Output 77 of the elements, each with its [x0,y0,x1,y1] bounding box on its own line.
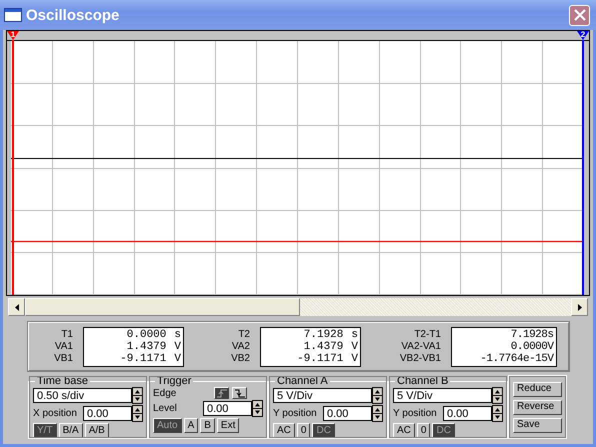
group-title: Channel A [276,375,329,387]
readout-value: 1.4379 [302,340,344,352]
toggle-button[interactable]: B [200,418,215,433]
spinner-button[interactable] [132,387,143,404]
value-field[interactable]: 5 V/Div [393,388,492,403]
readout-unit: V [174,352,181,364]
scroll-left-button[interactable] [8,298,25,316]
toggle-button[interactable]: AC [393,423,415,438]
readout-label: VA2-VA1 [400,340,441,352]
readout-value: 0.0000 [510,340,548,352]
readout-unit: s [174,328,181,340]
action-button[interactable]: Reverse [513,400,562,414]
readout-label: T1 [60,328,73,340]
toggle-button[interactable]: A/B [84,423,109,438]
toggle-button[interactable]: A [184,418,198,433]
readout-value: -9.1171 [119,352,166,364]
readout-unit: V [547,352,554,364]
toggle-button[interactable]: B/A [58,423,83,438]
readout-value: 1.4379 [126,340,166,352]
toggle-button[interactable]: DC [432,423,455,438]
close-button[interactable] [569,4,590,26]
readout-unit: V [547,340,554,352]
action-button[interactable]: Save [513,418,562,432]
value-field[interactable]: 0.00 [323,406,372,421]
value-field[interactable]: 0.00 [443,406,492,421]
spinner-button[interactable] [492,405,503,422]
readout-label: VB2-VB1 [398,352,441,364]
falling-edge-icon [234,388,246,398]
readout-unit: s [351,328,358,340]
field-label: X position [33,408,78,419]
spinner-button[interactable] [492,387,503,404]
readout-unit: s [547,328,554,340]
horizontal-scrollbar[interactable] [8,298,588,316]
spinner-button[interactable] [252,400,263,417]
scroll-right-button[interactable] [571,298,588,316]
toggle-button[interactable]: Y/T [33,423,57,438]
readout-label: VB1 [53,352,73,364]
readout-label: VB2 [230,352,250,364]
value-field[interactable]: 0.00 [83,406,132,421]
value-field[interactable]: 0.00 [203,401,252,416]
readout-value: -1.7764e-15 [479,352,548,364]
readout-value: 7.1928 [302,328,344,340]
readout-value: 0.0000 [126,328,166,340]
readout-label: VA1 [54,340,73,352]
toggle-button[interactable]: Ext [216,418,240,433]
scroll-thumb[interactable] [25,298,300,316]
readout-label: T2-T1 [413,328,441,340]
rising-edge-icon [216,388,228,398]
close-icon [574,9,586,21]
toggle-button[interactable]: DC [312,423,335,438]
readout-unit: V [351,352,358,364]
readout-unit: V [174,340,181,352]
readout-label: VA2 [230,340,250,352]
edge-button[interactable] [214,387,229,399]
toggle-button[interactable]: AC [273,423,295,438]
window-icon [4,8,22,22]
toggle-button[interactable]: 0 [416,423,430,438]
field-label: Y position [273,408,318,419]
toggle-button[interactable]: Auto [153,418,182,433]
field-label: Level [153,403,178,414]
spinner-button[interactable] [132,405,143,422]
readout-label: T2 [237,328,250,340]
value-field[interactable]: 0.50 s/div [33,388,132,403]
readout-value: -9.1171 [296,352,344,364]
toggle-button[interactable]: 0 [296,423,310,438]
spinner-button[interactable] [372,387,383,404]
readout-value: 7.1928 [510,328,548,340]
window-title: Oscilloscope [26,6,120,24]
field-label: Edge [153,388,178,398]
edge-button[interactable] [232,387,247,399]
right-arrow-icon [578,304,582,310]
field-label: Y position [393,408,438,419]
value-field[interactable]: 5 V/Div [273,388,372,403]
spinner-button[interactable] [372,405,383,422]
readout-unit: V [351,340,358,352]
action-button[interactable]: Reduce [513,382,562,396]
left-arrow-icon [14,304,18,310]
